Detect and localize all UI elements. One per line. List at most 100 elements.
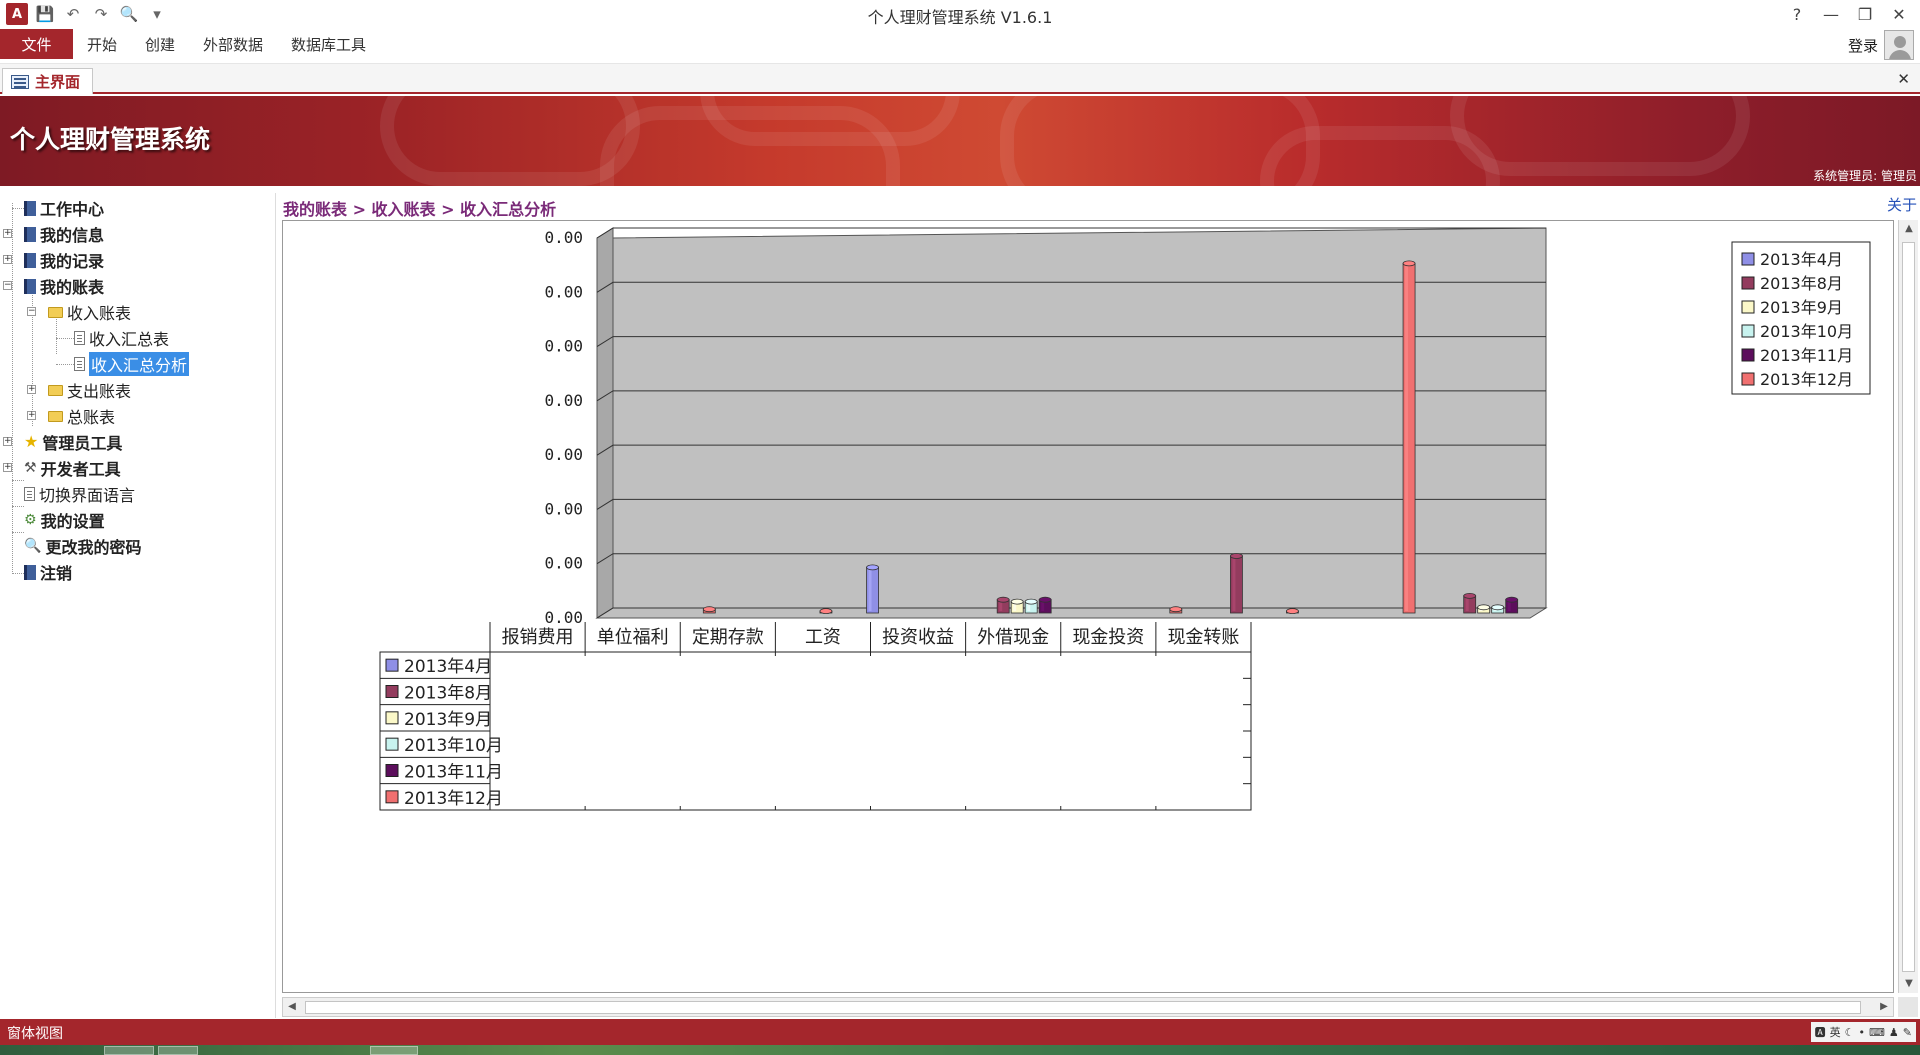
nav-item-label: 管理员工具 xyxy=(42,434,123,453)
nav-item-expense-ledger[interactable]: 支出账表 xyxy=(48,379,131,401)
form-icon xyxy=(11,74,29,89)
nav-item-income-summary[interactable]: 收入汇总表 xyxy=(74,327,169,349)
table-legend-key xyxy=(385,685,399,698)
nav-item-label: 更改我的密码 xyxy=(45,538,142,557)
legend-swatch xyxy=(1741,324,1755,338)
scroll-thumb[interactable] xyxy=(305,1001,1861,1014)
legend-label: 2013年9月 xyxy=(1760,298,1843,317)
ribbon-tab-database-tools[interactable]: 数据库工具 xyxy=(277,29,380,59)
taskbar-button[interactable] xyxy=(370,1046,418,1055)
close-button[interactable]: ✕ xyxy=(1884,2,1914,26)
expand-toggle[interactable]: + xyxy=(27,385,36,394)
folder-icon xyxy=(48,306,63,318)
nav-item-my-info[interactable]: 我的信息 xyxy=(24,223,104,245)
punctuation-icon[interactable]: • xyxy=(1859,1026,1866,1039)
bar-cap xyxy=(819,608,833,615)
nav-item-my-settings[interactable]: ⚙ 我的设置 xyxy=(24,509,105,531)
scroll-right-icon[interactable]: ▶ xyxy=(1875,998,1893,1016)
nav-item-change-password[interactable]: 🔍 更改我的密码 xyxy=(24,535,141,557)
bar-highlight xyxy=(1507,601,1511,611)
bar-highlight xyxy=(1013,603,1017,611)
scroll-corner xyxy=(1898,997,1918,1017)
bar xyxy=(1010,598,1024,614)
bar xyxy=(1230,553,1243,614)
nav-item-my-records[interactable]: 我的记录 xyxy=(24,249,104,271)
nav-item-admin-tools[interactable]: ★ 管理员工具 xyxy=(24,431,123,454)
expand-toggle[interactable]: + xyxy=(3,437,12,446)
tab-main-form[interactable]: 主界面 xyxy=(2,68,94,94)
nav-item-logout[interactable]: 注销 xyxy=(24,561,72,583)
bar xyxy=(1491,604,1505,614)
expand-toggle[interactable]: + xyxy=(27,411,36,420)
restore-button[interactable]: ❐ xyxy=(1850,2,1880,26)
about-link[interactable]: 关于 xyxy=(1887,194,1917,215)
taskbar-button[interactable] xyxy=(104,1046,154,1055)
nav-item-label: 收入账表 xyxy=(67,304,132,323)
bar xyxy=(1024,598,1038,614)
expand-toggle[interactable]: + xyxy=(3,463,12,472)
table-legend-key xyxy=(385,711,399,725)
keyboard-icon[interactable]: ⌨ xyxy=(1869,1026,1885,1039)
login-link[interactable]: 登录 xyxy=(1848,35,1878,56)
nav-item-my-ledgers[interactable]: 我的账表 xyxy=(24,275,104,297)
close-document-button[interactable]: ✕ xyxy=(1897,70,1910,88)
nav-item-developer-tools[interactable]: ⚒ 开发者工具 xyxy=(24,457,121,479)
taskbar-button[interactable] xyxy=(158,1046,198,1055)
bar-cap xyxy=(1477,604,1491,611)
ribbon-tab-create[interactable]: 创建 xyxy=(131,29,189,59)
horizontal-scrollbar[interactable]: ◀ ▶ xyxy=(282,997,1894,1017)
ribbon-tab-external-data[interactable]: 外部数据 xyxy=(189,29,277,59)
folder-icon xyxy=(48,410,63,422)
y-tick-label: 0.00 xyxy=(544,391,583,410)
bar-cap xyxy=(1230,553,1243,559)
book-icon xyxy=(24,200,36,216)
bar-cap xyxy=(1038,596,1052,603)
file-tab[interactable]: 文件 xyxy=(0,29,73,59)
minimize-button[interactable]: — xyxy=(1816,2,1846,26)
vertical-scrollbar[interactable]: ▲ ▼ xyxy=(1898,220,1918,993)
expand-toggle[interactable]: + xyxy=(3,255,12,264)
collapse-toggle[interactable]: − xyxy=(27,307,36,316)
legend-label: 2013年12月 xyxy=(1760,370,1853,389)
nav-item-label: 我的设置 xyxy=(40,512,105,531)
scroll-down-icon[interactable]: ▼ xyxy=(1899,975,1919,993)
bar-body xyxy=(866,566,879,614)
nav-tree: 工作中心 + 我的信息 + 我的记录 − 我的账表 − 收入账表 收入汇总表 收… xyxy=(0,193,276,1018)
bar-body xyxy=(1230,555,1243,614)
table-legend-key xyxy=(385,737,399,751)
window-title: 个人理财管理系统 V1.6.1 xyxy=(867,8,1053,27)
legend-swatch xyxy=(1741,276,1755,290)
ribbon-tab-home[interactable]: 开始 xyxy=(73,29,131,59)
half-width-icon[interactable]: ☾ xyxy=(1845,1026,1855,1039)
ime-language[interactable]: 英 xyxy=(1830,1024,1841,1040)
bar xyxy=(1402,260,1416,614)
scroll-left-icon[interactable]: ◀ xyxy=(283,998,301,1016)
user-icon[interactable]: ♟ xyxy=(1889,1026,1899,1039)
bar-cap xyxy=(1402,260,1416,267)
tab-main-form-label: 主界面 xyxy=(35,73,81,91)
nav-item-switch-language[interactable]: 切换界面语言 xyxy=(24,483,135,505)
status-bar: 窗体视图 🅰 英 ☾ • ⌨ ♟ ✎ xyxy=(0,1019,1920,1045)
legend-label: 2013年11月 xyxy=(1760,346,1853,365)
help-button[interactable]: ? xyxy=(1782,2,1812,26)
bar-cap xyxy=(996,596,1010,603)
nav-item-work-center[interactable]: 工作中心 xyxy=(24,197,104,219)
view-mode-label: 窗体视图 xyxy=(7,1026,63,1042)
nav-item-income-ledger[interactable]: 收入账表 xyxy=(48,301,131,323)
collapse-toggle[interactable]: − xyxy=(3,281,12,290)
scroll-thumb[interactable] xyxy=(1902,242,1915,972)
nav-item-income-analysis[interactable]: 收入汇总分析 xyxy=(74,352,190,376)
app-heading: 个人理财管理系统 xyxy=(10,125,211,154)
bar-cap xyxy=(1491,604,1505,611)
nav-item-label: 开发者工具 xyxy=(40,460,121,479)
folder-icon xyxy=(48,384,63,396)
expand-toggle[interactable]: + xyxy=(3,229,12,238)
wrench-icon[interactable]: ✎ xyxy=(1903,1026,1912,1039)
ime-mode-icon[interactable]: 🅰 xyxy=(1815,1024,1826,1040)
avatar[interactable] xyxy=(1884,30,1914,60)
nav-item-general-ledger[interactable]: 总账表 xyxy=(48,405,115,427)
ribbon-tabs: 开始 创建 外部数据 数据库工具 xyxy=(73,29,380,59)
table-series-label: 2013年4月 xyxy=(404,657,492,677)
bar-highlight xyxy=(1465,597,1469,611)
scroll-up-icon[interactable]: ▲ xyxy=(1899,220,1919,238)
